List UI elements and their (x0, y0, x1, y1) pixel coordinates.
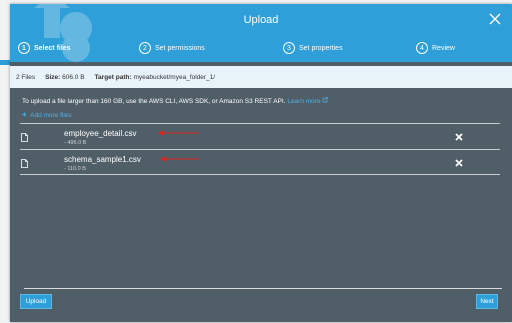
file-row: employee_detail.csv - 496.0 B (20, 123, 500, 149)
step-number: 2 (139, 42, 151, 54)
size-value: 606.0 B (62, 73, 85, 81)
remove-file-icon[interactable] (455, 133, 463, 141)
file-size: - 110.0 B (64, 166, 86, 172)
step-number: 3 (283, 42, 295, 54)
close-icon[interactable] (488, 12, 502, 26)
step-review[interactable]: 4 Review (416, 38, 455, 58)
upload-button[interactable]: Upload (20, 294, 52, 309)
modal-header: Upload 1 Select files 2 Set permissions … (10, 4, 512, 62)
step-label: Set permissions (155, 44, 205, 52)
upload-summary-bar: 2 Files Size: 606.0 B Target path: myeab… (10, 66, 512, 88)
target-path-label: Target path: (94, 73, 132, 81)
large-file-notice: To upload a file larger than 160 GB, use… (22, 97, 329, 105)
file-row: schema_sample1.csv - 110.0 B (20, 149, 500, 175)
plus-icon: + (22, 110, 27, 119)
step-set-permissions[interactable]: 2 Set permissions (139, 38, 205, 58)
file-size: - 496.0 B (64, 140, 87, 146)
modal-title: Upload (243, 14, 279, 26)
step-label: Set properties (299, 44, 343, 52)
footer-divider (24, 288, 502, 289)
step-label: Review (432, 44, 455, 52)
step-set-properties[interactable]: 3 Set properties (283, 38, 343, 58)
add-more-label: Add more files (30, 112, 72, 119)
step-number: 4 (416, 42, 428, 54)
learn-more-link[interactable]: Learn more (287, 97, 329, 105)
annotation-arrow-icon (160, 156, 200, 162)
file-icon (21, 133, 28, 142)
external-link-icon (323, 97, 329, 103)
file-list: employee_detail.csv - 496.0 B schema_sam… (20, 123, 500, 175)
file-name: employee_detail.csv (64, 129, 137, 138)
step-select-files[interactable]: 1 Select files (18, 38, 71, 58)
add-more-files-button[interactable]: + Add more files (22, 110, 72, 119)
size-label: Size: (45, 73, 61, 81)
wizard-steps: 1 Select files 2 Set permissions 3 Set p… (10, 38, 512, 60)
step-label: Select files (34, 44, 71, 52)
next-button[interactable]: Next (476, 294, 498, 309)
remove-file-icon[interactable] (455, 159, 463, 167)
file-name: schema_sample1.csv (64, 155, 141, 164)
file-count: 2 Files (16, 73, 36, 81)
target-path-value: myeabucket/myea_folder_1/ (133, 73, 216, 81)
upload-modal: Upload 1 Select files 2 Set permissions … (10, 4, 512, 322)
file-icon (21, 159, 28, 168)
notice-text: To upload a file larger than 160 GB, use… (22, 98, 286, 105)
step-number: 1 (18, 42, 30, 54)
annotation-arrow-icon (158, 130, 200, 136)
